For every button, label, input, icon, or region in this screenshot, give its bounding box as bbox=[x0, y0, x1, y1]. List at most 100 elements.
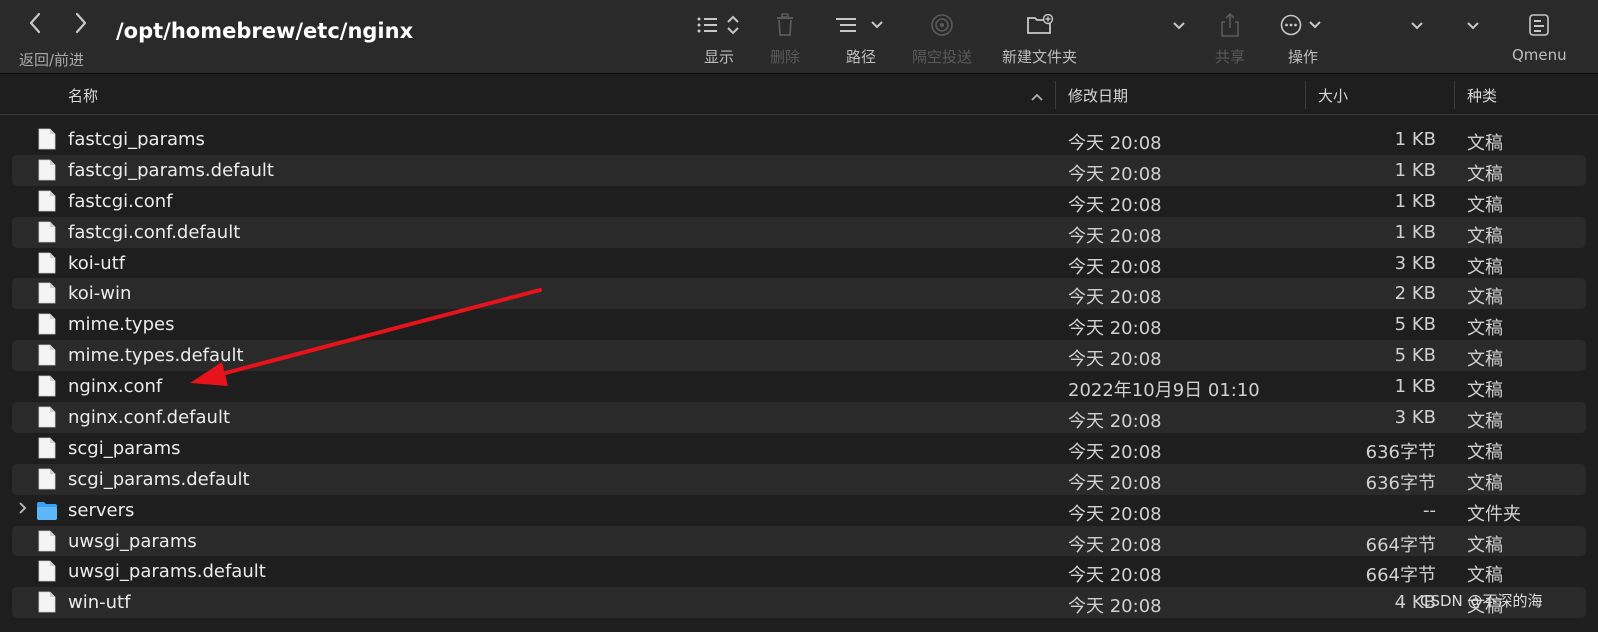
document-icon bbox=[38, 406, 56, 428]
sort-ascending-icon[interactable] bbox=[1030, 87, 1044, 106]
file-name: fastcgi.conf.default bbox=[68, 221, 241, 243]
file-size: 636字节 bbox=[1365, 472, 1436, 494]
trash-icon bbox=[775, 10, 795, 40]
forward-button[interactable] bbox=[74, 12, 90, 36]
airdrop-button[interactable]: 隔空投送 bbox=[912, 10, 972, 67]
column-date[interactable]: 修改日期 bbox=[1068, 85, 1128, 106]
delete-label: 删除 bbox=[770, 48, 801, 66]
share-button[interactable]: 共享 bbox=[1215, 10, 1245, 67]
document-icon bbox=[38, 375, 56, 397]
file-modified-date: 今天 20:08 bbox=[1068, 472, 1162, 494]
file-name: fastcgi_params.default bbox=[68, 159, 274, 181]
file-modified-date: 今天 20:08 bbox=[1068, 503, 1162, 525]
file-kind: 文稿 bbox=[1467, 472, 1503, 494]
back-button[interactable] bbox=[28, 12, 44, 36]
file-size: 5 KB bbox=[1394, 345, 1436, 367]
file-size: 664字节 bbox=[1365, 534, 1436, 556]
file-row[interactable]: scgi_params.default 今天 20:08 636字节 文稿 bbox=[12, 463, 1586, 495]
file-row[interactable]: koi-utf 今天 20:08 3 KB 文稿 bbox=[12, 248, 1586, 279]
file-size: 1 KB bbox=[1394, 376, 1436, 398]
new-folder-button[interactable]: 新建文件夹 bbox=[1002, 10, 1077, 67]
file-row[interactable]: uwsgi_params.default 今天 20:08 664字节 文稿 bbox=[12, 556, 1586, 587]
file-name: scgi_params bbox=[68, 437, 181, 459]
action-button[interactable]: 操作 bbox=[1280, 10, 1326, 67]
file-modified-date: 今天 20:08 bbox=[1068, 133, 1162, 154]
file-row[interactable]: mime.types.default 今天 20:08 5 KB 文稿 bbox=[12, 340, 1586, 372]
file-kind: 文稿 bbox=[1467, 133, 1503, 154]
column-kind[interactable]: 种类 bbox=[1467, 85, 1497, 106]
file-row[interactable]: fastcgi.conf 今天 20:08 1 KB 文稿 bbox=[12, 186, 1586, 217]
nav-arrows bbox=[28, 12, 90, 36]
document-icon bbox=[38, 282, 56, 304]
column-divider[interactable] bbox=[1055, 81, 1056, 109]
file-name: nginx.conf bbox=[68, 376, 163, 398]
file-row[interactable]: fastcgi_params 今天 20:08 1 KB 文稿 bbox=[12, 124, 1586, 155]
file-name: uwsgi_params.default bbox=[68, 561, 266, 583]
file-size: 1 KB bbox=[1394, 190, 1436, 212]
document-icon bbox=[38, 591, 56, 613]
file-row[interactable]: fastcgi_params.default 今天 20:08 1 KB 文稿 bbox=[12, 154, 1586, 186]
chevron-down-icon[interactable] bbox=[1466, 16, 1480, 35]
file-row[interactable]: win-utf 今天 20:08 4 KB 文稿 bbox=[12, 587, 1586, 619]
file-row[interactable]: nginx.conf.default 今天 20:08 3 KB 文稿 bbox=[12, 402, 1586, 433]
column-size[interactable]: 大小 bbox=[1318, 85, 1348, 106]
file-row[interactable]: nginx.conf 2022年10月9日 01:10 1 KB 文稿 bbox=[12, 371, 1586, 402]
file-kind: 文稿 bbox=[1467, 534, 1503, 556]
ellipsis-circle-icon bbox=[1280, 10, 1326, 40]
path-button[interactable]: 路径 bbox=[836, 10, 886, 67]
file-row[interactable]: mime.types 今天 20:08 5 KB 文稿 bbox=[12, 309, 1586, 340]
airdrop-icon bbox=[930, 10, 954, 40]
document-icon bbox=[38, 468, 56, 490]
file-kind: 文稿 bbox=[1467, 287, 1503, 309]
file-row[interactable]: uwsgi_params 今天 20:08 664字节 文稿 bbox=[12, 525, 1586, 557]
folder-icon bbox=[37, 499, 57, 521]
file-row[interactable]: koi-win 今天 20:08 2 KB 文稿 bbox=[12, 278, 1586, 310]
file-name: fastcgi_params bbox=[68, 129, 205, 150]
group-icon bbox=[836, 10, 886, 40]
column-divider[interactable] bbox=[1454, 81, 1455, 109]
document-icon bbox=[38, 560, 56, 582]
file-size: 1 KB bbox=[1394, 159, 1436, 181]
new-folder-label: 新建文件夹 bbox=[1002, 48, 1078, 66]
delete-button[interactable]: 删除 bbox=[770, 10, 800, 67]
column-header: 名称 修改日期 大小 种类 bbox=[0, 75, 1598, 115]
column-name[interactable]: 名称 bbox=[68, 85, 98, 106]
file-name: koi-utf bbox=[68, 252, 126, 274]
file-size: 1 KB bbox=[1394, 221, 1436, 243]
file-kind: 文稿 bbox=[1467, 256, 1503, 278]
file-size: 3 KB bbox=[1394, 252, 1436, 274]
new-folder-icon bbox=[1026, 10, 1054, 40]
share-label: 共享 bbox=[1215, 48, 1246, 66]
document-icon bbox=[38, 437, 56, 459]
file-size: 5 KB bbox=[1394, 314, 1436, 336]
qmenu-icon bbox=[1528, 10, 1550, 40]
file-modified-date: 今天 20:08 bbox=[1068, 534, 1162, 556]
file-modified-date: 今天 20:08 bbox=[1068, 565, 1162, 587]
file-row[interactable]: scgi_params 今天 20:08 636字节 文稿 bbox=[12, 433, 1586, 464]
disclosure-triangle-icon[interactable] bbox=[18, 501, 28, 519]
chevron-down-icon[interactable] bbox=[1172, 16, 1186, 35]
view-button[interactable]: 显示 bbox=[696, 10, 742, 67]
qmenu-button[interactable]: Qmenu bbox=[1512, 10, 1567, 64]
file-row[interactable]: fastcgi.conf.default 今天 20:08 1 KB 文稿 bbox=[12, 216, 1586, 248]
file-list: fastcgi_params 今天 20:08 1 KB 文稿 fastcgi_para… bbox=[0, 124, 1598, 619]
file-name: nginx.conf.default bbox=[68, 407, 231, 429]
file-size: -- bbox=[1423, 499, 1436, 521]
folder-row[interactable]: servers 今天 20:08 -- 文件夹 bbox=[12, 495, 1586, 526]
chevron-down-icon[interactable] bbox=[1410, 16, 1424, 35]
file-size: 3 KB bbox=[1394, 407, 1436, 429]
share-icon bbox=[1220, 10, 1240, 40]
column-divider[interactable] bbox=[1305, 81, 1306, 109]
file-modified-date: 今天 20:08 bbox=[1068, 318, 1162, 340]
qmenu-label: Qmenu bbox=[1512, 46, 1567, 64]
view-label: 显示 bbox=[703, 48, 734, 66]
file-kind: 文稿 bbox=[1467, 163, 1503, 185]
file-modified-date: 2022年10月9日 01:10 bbox=[1068, 380, 1260, 402]
file-modified-date: 今天 20:08 bbox=[1068, 596, 1162, 618]
document-icon bbox=[38, 313, 56, 335]
file-name: mime.types bbox=[68, 314, 175, 336]
file-size: 2 KB bbox=[1394, 283, 1436, 305]
file-modified-date: 今天 20:08 bbox=[1068, 287, 1162, 309]
document-icon bbox=[38, 159, 56, 181]
file-name: koi-win bbox=[68, 283, 132, 305]
